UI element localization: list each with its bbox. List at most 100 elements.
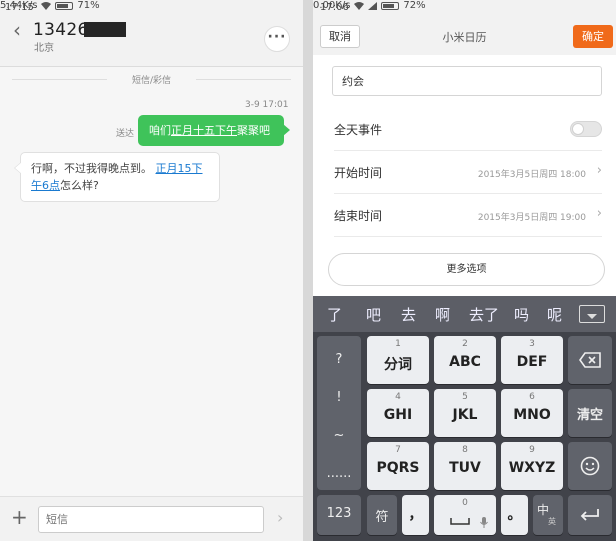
space-num: 0 [462, 498, 468, 508]
key-4[interactable]: 4 GHI [367, 389, 429, 437]
message-timestamp: 3-9 17:01 [245, 100, 289, 110]
key-label: DEF [516, 354, 548, 370]
start-time-value: 2015年3月5日周四 18:00 [477, 170, 586, 180]
wifi-icon [354, 1, 365, 10]
candidate[interactable]: 呢 [547, 304, 562, 325]
received-message-bubble[interactable]: 行啊，不过我得晚点到。 正月15下 午6点怎么样? [14, 152, 220, 202]
period-label: 。 [507, 507, 522, 523]
key-2[interactable]: 2 ABC [434, 336, 496, 384]
more-options-button[interactable]: ··· [264, 26, 290, 52]
emoji-key[interactable] [568, 442, 612, 490]
key-num: 5 [462, 392, 468, 402]
key-6[interactable]: 6 MNO [501, 389, 563, 437]
period-key[interactable]: 。 [501, 495, 528, 535]
key-num: 2 [462, 339, 468, 349]
lang-sub-label: 英 [548, 517, 556, 526]
status-right: 0.00K/s 72% [313, 0, 616, 11]
more-options-button[interactable]: 更多选项 [328, 253, 605, 286]
backspace-key[interactable] [568, 336, 612, 384]
candidate[interactable]: 啊 [435, 304, 450, 325]
cancel-button[interactable]: 取消 [320, 25, 360, 48]
sent-text-part1: 咱们 [149, 124, 171, 137]
key-label: JKL [452, 407, 478, 423]
conversation-header: ‹ 134262 北京 ··· [0, 17, 303, 67]
key-label: 分词 [384, 357, 412, 373]
symbol-key[interactable]: 符 [367, 495, 397, 535]
key-9[interactable]: 9 WXYZ [501, 442, 563, 490]
message-composer: + › [0, 496, 303, 541]
key-5[interactable]: 5 JKL [434, 389, 496, 437]
enter-key[interactable] [568, 495, 612, 535]
toggle-knob [572, 123, 584, 135]
key-1[interactable]: 1 分词 [367, 336, 429, 384]
punctuation-column[interactable]: ? ! ~ ...... [317, 336, 361, 490]
calendar-top-bar: 取消 小米日历 确定 [313, 17, 616, 55]
status-time: 17:15 [5, 2, 34, 13]
candidate[interactable]: 了 [327, 304, 342, 325]
status-bar: 17:15 5.44K/s 71% [0, 0, 303, 17]
key-8[interactable]: 8 TUV [434, 442, 496, 490]
comma-label: ， [408, 507, 423, 523]
end-time-value: 2015年3月5日周四 19:00 [477, 213, 586, 223]
punct-exclaim[interactable]: ! [317, 390, 361, 405]
numeric-switch-key[interactable]: 123 [317, 495, 361, 535]
plus-icon[interactable]: + [11, 507, 28, 527]
punct-question[interactable]: ? [317, 352, 361, 367]
sent-message-bubble[interactable]: 咱们正月十五下午聚聚吧 [138, 115, 290, 146]
candidate[interactable]: 去 [401, 304, 416, 325]
key-label: PQRS [376, 460, 420, 476]
start-time-row[interactable]: 开始时间 2015年3月5日周四 18:00 › [334, 152, 602, 194]
contact-location: 北京 [34, 43, 54, 54]
confirm-button[interactable]: 确定 [573, 25, 613, 48]
back-arrow-icon[interactable]: ‹ [8, 20, 26, 40]
battery-percent: 72% [403, 0, 426, 11]
smiley-icon [580, 456, 600, 476]
candidate[interactable]: 去了 [469, 304, 499, 325]
received-date-link-1[interactable]: 正月15下 [156, 162, 203, 175]
keyboard-collapse-icon[interactable] [579, 305, 605, 323]
punct-ellipsis[interactable]: ...... [317, 466, 361, 481]
language-switch-key[interactable]: 中 英 [533, 495, 563, 535]
sms-input[interactable] [38, 506, 264, 533]
key-3[interactable]: 3 DEF [501, 336, 563, 384]
end-time-row[interactable]: 结束时间 2015年3月5日周四 19:00 › [334, 195, 602, 237]
numeric-switch-label: 123 [326, 506, 352, 521]
key-num: 7 [395, 445, 401, 455]
end-time-label: 结束时间 [334, 209, 383, 223]
enter-icon [580, 509, 599, 521]
space-icon [450, 518, 470, 525]
key-label: GHI [383, 407, 413, 423]
punct-tilde[interactable]: ~ [317, 428, 361, 443]
event-title-input[interactable] [332, 66, 602, 96]
comma-key[interactable]: ， [402, 495, 429, 535]
backspace-icon [579, 352, 601, 368]
all-day-label: 全天事件 [334, 123, 383, 137]
battery-icon [55, 1, 74, 10]
key-num: 9 [529, 445, 535, 455]
received-date-link-2[interactable]: 午6点 [31, 179, 60, 192]
chevron-right-icon: › [596, 163, 602, 178]
all-day-toggle[interactable] [570, 121, 602, 137]
key-num: 1 [395, 339, 401, 349]
sent-text-part2: 聚聚吧 [237, 124, 270, 137]
candidate[interactable]: 吧 [366, 304, 381, 325]
redaction-block [84, 22, 126, 37]
chevron-right-icon: › [596, 206, 602, 221]
microphone-icon [480, 517, 488, 528]
candidate[interactable]: 吗 [514, 304, 529, 325]
key-num: 6 [529, 392, 535, 402]
all-day-row[interactable]: 全天事件 [334, 109, 602, 151]
send-arrow-icon[interactable]: › [277, 508, 283, 527]
sms-screen: 17:15 5.44K/s 71% ‹ 134262 北京 ··· 短信/彩信 … [0, 0, 303, 541]
sent-date-link[interactable]: 正月十五下午 [171, 124, 237, 137]
clear-key[interactable]: 清空 [568, 389, 612, 437]
key-7[interactable]: 7 PQRS [367, 442, 429, 490]
space-key[interactable]: 0 [434, 495, 496, 535]
key-num: 8 [462, 445, 468, 455]
key-num: 3 [529, 339, 535, 349]
status-right: 5.44K/s 71% [0, 0, 303, 11]
key-label: ABC [449, 354, 481, 370]
received-text-part2: 怎么样? [60, 179, 99, 192]
start-time-label: 开始时间 [334, 166, 383, 180]
symbol-label: 符 [375, 510, 389, 525]
